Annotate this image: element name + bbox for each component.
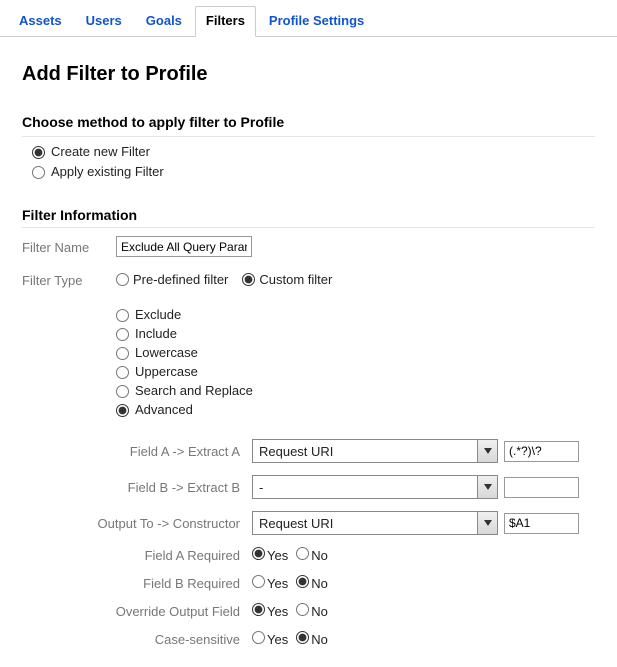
field-a-required-label: Field A Required	[22, 548, 252, 563]
filter-name-input[interactable]	[116, 236, 252, 257]
tab-label: Assets	[19, 13, 62, 28]
content-area: Add Filter to Profile Choose method to a…	[0, 37, 617, 667]
field-a-select-value: Request URI	[253, 444, 477, 459]
subtype-radio-lowercase[interactable]	[116, 347, 129, 360]
override-output-no[interactable]	[296, 603, 309, 616]
subtype-label-lowercase: Lowercase	[135, 344, 198, 362]
method-radio-group: Create new Filter Apply existing Filter	[32, 143, 595, 181]
subtype-label-advanced: Advanced	[135, 401, 193, 419]
output-to-select[interactable]: Request URI	[252, 511, 498, 535]
filter-type-label: Filter Type	[22, 271, 116, 288]
filter-subtype-group: Exclude Include Lowercase Uppercase Sear…	[116, 306, 595, 419]
method-label-existing: Apply existing Filter	[51, 163, 164, 181]
field-a-label: Field A -> Extract A	[22, 444, 252, 459]
method-heading: Choose method to apply filter to Profile	[22, 114, 595, 137]
subtype-label-uppercase: Uppercase	[135, 363, 198, 381]
tab-profile-settings[interactable]: Profile Settings	[258, 6, 375, 36]
case-sensitive-yes[interactable]	[252, 631, 265, 644]
field-b-select-value: -	[253, 480, 477, 495]
subtype-radio-search-replace[interactable]	[116, 385, 129, 398]
no-label: No	[311, 632, 328, 647]
tab-assets[interactable]: Assets	[8, 6, 73, 36]
tab-label: Filters	[206, 13, 245, 28]
dropdown-arrow-icon	[477, 476, 497, 498]
case-sensitive-label: Case-sensitive	[22, 632, 252, 647]
subtype-label-search-replace: Search and Replace	[135, 382, 253, 400]
field-a-required-no[interactable]	[296, 547, 309, 560]
tab-filters[interactable]: Filters	[195, 6, 256, 37]
subtype-label-exclude: Exclude	[135, 306, 181, 324]
subtype-label-include: Include	[135, 325, 177, 343]
no-label: No	[311, 548, 328, 563]
tab-label: Profile Settings	[269, 13, 364, 28]
yes-label: Yes	[267, 548, 288, 563]
field-b-select[interactable]: -	[252, 475, 498, 499]
page-title: Add Filter to Profile	[22, 63, 595, 86]
yes-label: Yes	[267, 576, 288, 591]
tab-goals[interactable]: Goals	[135, 6, 193, 36]
tab-label: Goals	[146, 13, 182, 28]
no-label: No	[311, 604, 328, 619]
yes-label: Yes	[267, 604, 288, 619]
field-b-required-label: Field B Required	[22, 576, 252, 591]
filter-type-radio-predefined[interactable]	[116, 273, 129, 286]
method-radio-create[interactable]	[32, 146, 45, 159]
dropdown-arrow-icon	[477, 512, 497, 534]
filter-type-label-custom: Custom filter	[259, 272, 332, 287]
filter-type-group: Pre-defined filter Custom filter	[116, 272, 338, 287]
tabs-bar: Assets Users Goals Filters Profile Setti…	[0, 0, 617, 37]
no-label: No	[311, 576, 328, 591]
override-output-yes[interactable]	[252, 603, 265, 616]
field-b-label: Field B -> Extract B	[22, 480, 252, 495]
method-radio-existing[interactable]	[32, 166, 45, 179]
field-b-required-yes[interactable]	[252, 575, 265, 588]
field-a-select[interactable]: Request URI	[252, 439, 498, 463]
output-to-select-value: Request URI	[253, 516, 477, 531]
info-heading: Filter Information	[22, 207, 595, 228]
subtype-radio-advanced[interactable]	[116, 404, 129, 417]
field-a-extract-input[interactable]	[504, 441, 579, 462]
tab-users[interactable]: Users	[75, 6, 133, 36]
field-b-extract-input[interactable]	[504, 477, 579, 498]
field-a-required-yes[interactable]	[252, 547, 265, 560]
dropdown-arrow-icon	[477, 440, 497, 462]
override-output-label: Override Output Field	[22, 604, 252, 619]
output-to-label: Output To -> Constructor	[22, 516, 252, 531]
case-sensitive-no[interactable]	[296, 631, 309, 644]
advanced-config: Field A -> Extract A Request URI Field B…	[22, 439, 595, 647]
field-b-required-no[interactable]	[296, 575, 309, 588]
filter-type-radio-custom[interactable]	[242, 273, 255, 286]
filter-type-label-predefined: Pre-defined filter	[133, 272, 228, 287]
method-label-create: Create new Filter	[51, 143, 150, 161]
output-constructor-input[interactable]	[504, 513, 579, 534]
filter-name-label: Filter Name	[22, 238, 116, 255]
tab-label: Users	[86, 13, 122, 28]
yes-label: Yes	[267, 632, 288, 647]
subtype-radio-uppercase[interactable]	[116, 366, 129, 379]
subtype-radio-exclude[interactable]	[116, 309, 129, 322]
subtype-radio-include[interactable]	[116, 328, 129, 341]
